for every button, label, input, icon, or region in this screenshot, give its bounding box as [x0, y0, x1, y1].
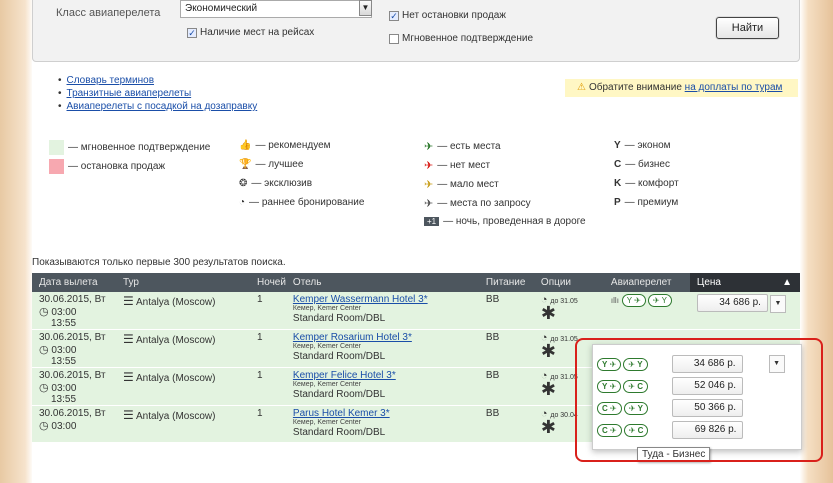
col-price[interactable]: Цена ▲ [689, 273, 800, 292]
flight-back-pill[interactable]: ✈ Y [647, 294, 672, 307]
clock-icon: ◷ [39, 382, 49, 394]
meal-cell: BB [478, 329, 534, 368]
meal-cell: BB [478, 405, 534, 443]
col-meal[interactable]: Питание [478, 273, 534, 292]
list-icon[interactable]: ☰ [123, 294, 134, 308]
date-cell: 30.06.2015, Вт [39, 408, 106, 419]
links-list: • Словарь терминов • Транзитные авиапереле… [58, 74, 258, 113]
list-icon[interactable]: ☰ [123, 370, 134, 384]
plane-yellow-icon: ✈ [424, 179, 434, 191]
room-type: Standard Room/DBL [292, 427, 386, 438]
time-arrival: 13:55 [51, 356, 77, 367]
clock-icon: ◷ [39, 420, 49, 432]
meal-cell: BB [478, 367, 534, 406]
bars-icon: ıllı [610, 296, 619, 305]
nights-cell: 1 [250, 292, 286, 330]
nights-cell: 1 [250, 367, 286, 406]
instant-swatch [49, 140, 64, 155]
nights-cell: 1 [250, 405, 286, 443]
date-cell: 30.06.2015, Вт [39, 294, 106, 305]
checkbox-checked-icon: ✓ [389, 10, 399, 21]
find-button[interactable]: Найти [716, 17, 779, 39]
no-stop-checkbox[interactable]: ✓ Нет остановки продаж [389, 10, 506, 21]
link-transit[interactable]: Транзитные авиаперелеты [67, 87, 192, 100]
tour-cell: Antalya (Moscow) [136, 373, 216, 384]
hotel-link[interactable]: Kemper Felice Hotel 3* [293, 370, 396, 381]
list-icon[interactable]: ☰ [123, 332, 134, 346]
time-arrival: 13:55 [51, 394, 77, 405]
chevron-down-icon[interactable]: ▼ [769, 295, 786, 313]
list-icon[interactable]: ☰ [123, 408, 134, 422]
hotel-link[interactable]: Kemper Rosarium Hotel 3* [293, 332, 412, 343]
class-select[interactable]: Экономический [180, 0, 372, 18]
tour-cell: Antalya (Moscow) [136, 335, 216, 346]
col-options[interactable]: Опции [533, 273, 604, 292]
tour-cell: Antalya (Moscow) [136, 411, 216, 422]
nights-cell: 1 [250, 329, 286, 368]
chevron-down-icon[interactable]: ▼ [359, 0, 372, 16]
hotel-area: Кемер, Kemer Center [292, 343, 361, 350]
room-type: Standard Room/DBL [292, 313, 386, 324]
hotel-link[interactable]: Parus Hotel Kemer 3* [293, 408, 390, 419]
time-arrival: 13:55 [51, 318, 77, 329]
col-tour[interactable]: Тур [116, 273, 250, 292]
plane-green-icon: ✈ [424, 141, 434, 153]
meal-cell: BB [478, 292, 534, 330]
col-nights[interactable]: Ночей [250, 273, 286, 292]
class-label: Класс авиаперелета [56, 7, 161, 19]
hotel-area: Кемер, Kemer Center [292, 381, 361, 388]
plane-request-icon: ✈ [424, 198, 434, 210]
highlight-frame [575, 338, 823, 462]
tour-cell: Antalya (Moscow) [136, 297, 216, 308]
plane-red-icon: ✈ [424, 160, 434, 172]
search-panel: Класс авиаперелета Экономический ▼ ✓ Нали… [32, 0, 800, 62]
clock-icon: ◷ [39, 344, 49, 356]
seats-checkbox[interactable]: ✓ Наличие мест на рейсах [187, 27, 314, 38]
thumbs-up-icon: 👍 [239, 140, 252, 151]
hotel-area: Кемер, Kemer Center [292, 419, 361, 426]
asterisk-icon: ✱ [540, 303, 557, 323]
col-hotel[interactable]: Отель [285, 273, 479, 292]
col-date[interactable]: Дата вылета [32, 273, 116, 292]
exclusive-icon: ❂ [239, 178, 248, 189]
hotel-area: Кемер, Kemer Center [292, 305, 361, 312]
results-note: Показываются только первые 300 результат… [32, 257, 286, 268]
link-glossary[interactable]: Словарь терминов [67, 74, 155, 87]
stop-swatch [49, 159, 64, 174]
class-value: Экономический [185, 3, 258, 14]
night-badge: +1 [424, 217, 440, 226]
instant-checkbox[interactable]: Мгновенное подтверждение [389, 33, 533, 44]
checkbox-empty-icon [389, 33, 399, 44]
date-cell: 30.06.2015, Вт [39, 332, 106, 343]
clock-icon: ◷ [39, 306, 49, 318]
col-flight[interactable]: Авиаперелет [603, 273, 690, 292]
trophy-icon: 🏆 [239, 159, 252, 170]
date-cell: 30.06.2015, Вт [39, 370, 106, 381]
sort-up-icon[interactable]: ▲ [782, 277, 792, 288]
notice-link[interactable]: на доплаты по турам [685, 82, 783, 93]
time: 03:00 [51, 345, 77, 356]
link-refuel[interactable]: Авиаперелеты с посадкой на дозаправку [67, 100, 258, 113]
table-row[interactable]: 30.06.2015, Вт ◷ 03:00 13:55 ☰ Antalya (Mo… [32, 292, 800, 330]
price-button[interactable]: 34 686 р. [696, 294, 768, 312]
legend: — мгновенное подтверждение — остановка п… [49, 140, 809, 240]
warning-icon: ⚠ [577, 82, 586, 93]
early-clock-icon: ◔ [239, 197, 246, 208]
checkbox-checked-icon: ✓ [187, 27, 197, 38]
time: 03:00 [51, 383, 77, 394]
notice-banner: ⚠ Обратите внимание на доплаты по турам [565, 79, 798, 97]
time: 03:00 [51, 421, 77, 432]
room-type: Standard Room/DBL [292, 351, 386, 362]
flight-out-pill[interactable]: Y ✈ [621, 294, 646, 307]
room-type: Standard Room/DBL [292, 389, 386, 400]
hotel-link[interactable]: Kemper Wassermann Hotel 3* [293, 294, 428, 305]
time: 03:00 [51, 307, 77, 318]
